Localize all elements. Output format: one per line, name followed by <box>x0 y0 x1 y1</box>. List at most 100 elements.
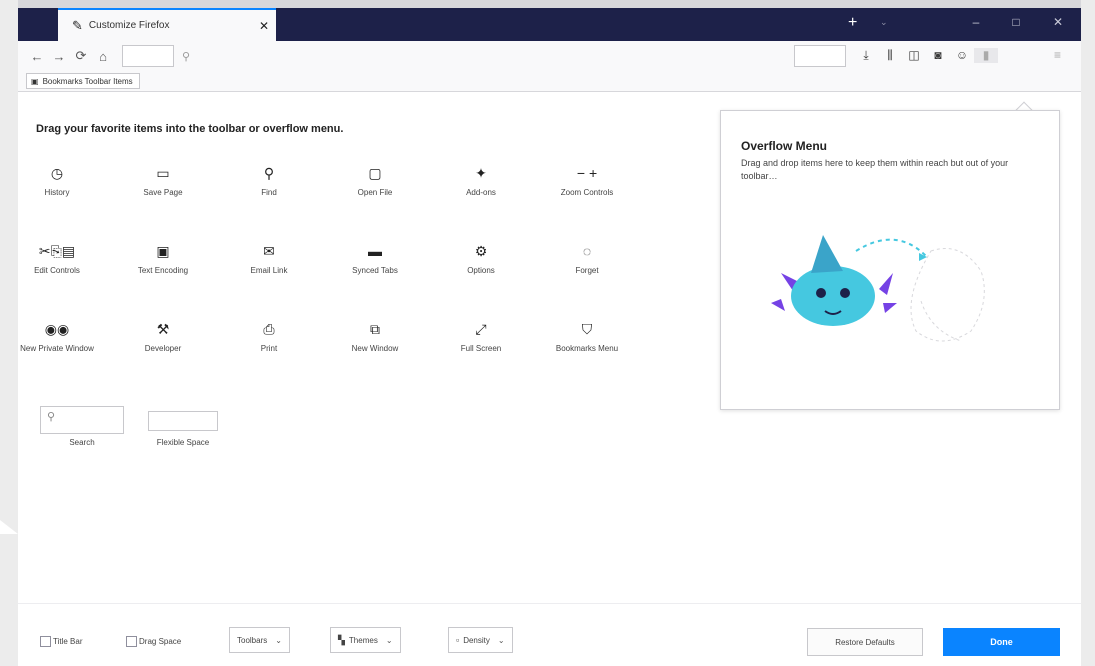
title-bar-checkbox[interactable]: Title Bar <box>40 636 83 647</box>
add-ons-label: Add-ons <box>466 188 496 197</box>
search-bar-placeholder[interactable] <box>794 45 846 67</box>
density-icon: ▫ <box>456 635 460 645</box>
add-ons-icon: ✦ <box>475 165 487 181</box>
left-gutter-cut <box>0 520 18 534</box>
search-icon: ⚲ <box>182 50 191 63</box>
palette-item-new-window[interactable]: ⧉ New Window <box>331 319 419 354</box>
minimize-button[interactable]: – <box>961 15 991 29</box>
print-icon: ⎙ <box>263 321 275 337</box>
overflow-menu-icon[interactable]: ≡ <box>1054 48 1061 62</box>
options-label: Options <box>467 266 495 275</box>
palette-item-edit-controls[interactable]: ✂⎘▤ Edit Controls <box>13 241 101 276</box>
palette-item-forget[interactable]: ◌ Forget <box>543 241 631 276</box>
flexible-space-label: Flexible Space <box>156 438 210 447</box>
browser-window: ✎ Customize Firefox ✕ + ⌄ – □ ✕ ← → ⟳ ⌂ … <box>18 8 1081 666</box>
extensions-placeholder-icon[interactable]: ▮ <box>974 48 998 63</box>
palette-item-save-page[interactable]: ▭ Save Page <box>119 163 207 198</box>
palette-item-open-file[interactable]: ▢ Open File <box>331 163 419 198</box>
downloads-icon[interactable]: ⤓ <box>854 48 878 63</box>
synced-tabs-icon: ▬ <box>368 243 382 259</box>
bookmarks-toolbar-items[interactable]: ▣ Bookmarks Toolbar Items <box>26 73 140 89</box>
overflow-menu-description: Drag and drop items here to keep them wi… <box>741 158 1009 181</box>
zoom-controls-icon: − + <box>576 165 598 181</box>
palette-item-new-private-window[interactable]: ◉◉ New Private Window <box>13 319 101 354</box>
developer-icon: ⚒ <box>156 321 170 337</box>
bookmarks-toolbar-label: Bookmarks Toolbar Items <box>42 76 133 86</box>
palette-item-text-encoding[interactable]: ▣ Text Encoding <box>119 241 207 276</box>
maximize-button[interactable]: □ <box>1001 15 1031 29</box>
palette-item-email-link[interactable]: ✉ Email Link <box>225 241 313 276</box>
drag-space-checkbox-box[interactable] <box>126 636 137 647</box>
tab-customize-firefox[interactable]: ✎ Customize Firefox ✕ <box>58 8 276 41</box>
url-bar-placeholder[interactable] <box>122 45 174 67</box>
palette-item-print[interactable]: ⎙ Print <box>225 319 313 354</box>
palette-item-options[interactable]: ⚙ Options <box>437 241 525 276</box>
full-screen-label: Full Screen <box>460 344 502 353</box>
title-bar-checkbox-box[interactable] <box>40 636 51 647</box>
bookmarks-menu-icon: ⛉ <box>581 321 593 337</box>
tab-strip: ✎ Customize Firefox ✕ + ⌄ – □ ✕ <box>18 8 1081 41</box>
dashed-arrow <box>855 238 927 257</box>
customize-footer: Title Bar Drag Space Toolbars ⌄ ▚ Themes… <box>18 603 1081 666</box>
done-button[interactable]: Done <box>943 628 1060 656</box>
palette-item-find[interactable]: ⚲ Find <box>225 163 313 198</box>
restore-defaults-button[interactable]: Restore Defaults <box>807 628 923 656</box>
reload-icon[interactable]: ⟳ <box>70 48 92 64</box>
back-icon[interactable]: ← <box>26 49 48 64</box>
drag-space-checkbox[interactable]: Drag Space <box>126 636 181 647</box>
open-file-icon: ▢ <box>368 165 382 181</box>
palette-item-synced-tabs[interactable]: ▬ Synced Tabs <box>331 241 419 276</box>
palette-item-developer[interactable]: ⚒ Developer <box>119 319 207 354</box>
email-link-label: Email Link <box>250 266 288 275</box>
overflow-menu-title: Overflow Menu <box>741 139 828 153</box>
text-encoding-icon: ▣ <box>156 243 170 259</box>
sidebars-icon[interactable]: ◫ <box>902 48 926 63</box>
history-label: History <box>44 188 70 197</box>
text-encoding-label: Text Encoding <box>137 266 189 275</box>
forward-icon[interactable]: → <box>48 49 70 64</box>
new-window-label: New Window <box>351 344 399 353</box>
palette-item-add-ons[interactable]: ✦ Add-ons <box>437 163 525 198</box>
home-icon[interactable]: ⌂ <box>92 49 114 64</box>
search-widget[interactable]: ⚲ <box>40 406 124 434</box>
full-screen-icon: ⤢ <box>475 321 487 337</box>
edit-controls-icon: ✂⎘▤ <box>38 243 76 259</box>
palette-heading: Drag your favorite items into the toolba… <box>36 123 344 135</box>
tab-close-icon[interactable]: ✕ <box>252 19 276 33</box>
overflow-menu-panel[interactable]: Overflow Menu Drag and drop items here t… <box>720 110 1060 410</box>
new-tab-button[interactable]: + <box>848 14 857 32</box>
title-bar-label: Title Bar <box>53 637 83 646</box>
new-private-window-icon: ◉◉ <box>44 321 70 337</box>
themes-icon: ▚ <box>338 634 345 645</box>
forget-icon: ◌ <box>582 243 592 259</box>
bookmarks-toolbar: ▣ Bookmarks Toolbar Items <box>18 71 1081 92</box>
edit-controls-label: Edit Controls <box>34 266 80 275</box>
zoom-controls-label: Zoom Controls <box>560 188 614 197</box>
palette-item-zoom-controls[interactable]: − + Zoom Controls <box>543 163 631 198</box>
new-window-icon: ⧉ <box>370 321 380 337</box>
tab-title: Customize Firefox <box>88 20 170 31</box>
options-icon: ⚙ <box>474 243 488 259</box>
email-link-icon: ✉ <box>263 243 275 259</box>
flexible-space-widget[interactable] <box>148 411 218 431</box>
toolbars-dropdown[interactable]: Toolbars ⌄ <box>229 627 290 653</box>
palette-item-full-screen[interactable]: ⤢ Full Screen <box>437 319 525 354</box>
palette-item-history[interactable]: ◷ History <box>13 163 101 198</box>
account-icon[interactable]: ☺ <box>950 48 974 63</box>
find-icon: ⚲ <box>263 165 275 181</box>
density-dropdown[interactable]: ▫ Density ⌄ <box>448 627 513 653</box>
find-label: Find <box>261 188 277 197</box>
palette-item-bookmarks-menu[interactable]: ⛉ Bookmarks Menu <box>543 319 631 354</box>
themes-dropdown[interactable]: ▚ Themes ⌄ <box>330 627 401 653</box>
library-icon[interactable]: ⫼ <box>878 48 902 63</box>
paintbrush-icon: ✎ <box>72 17 83 33</box>
bookmarks-toolbar-icon: ▣ <box>31 76 39 86</box>
tab-list-chevron-icon[interactable]: ⌄ <box>880 17 888 28</box>
toolbar-icons: ⤓ ⫼ ◫ ◙ ☺ ▮ <box>854 48 998 63</box>
search-widget-label: Search <box>69 438 95 447</box>
save-page-icon: ▭ <box>156 165 170 181</box>
screenshots-icon[interactable]: ◙ <box>926 48 950 63</box>
close-window-button[interactable]: ✕ <box>1043 15 1073 29</box>
chevron-down-icon: ⌄ <box>497 635 505 645</box>
chevron-down-icon: ⌄ <box>385 635 393 645</box>
